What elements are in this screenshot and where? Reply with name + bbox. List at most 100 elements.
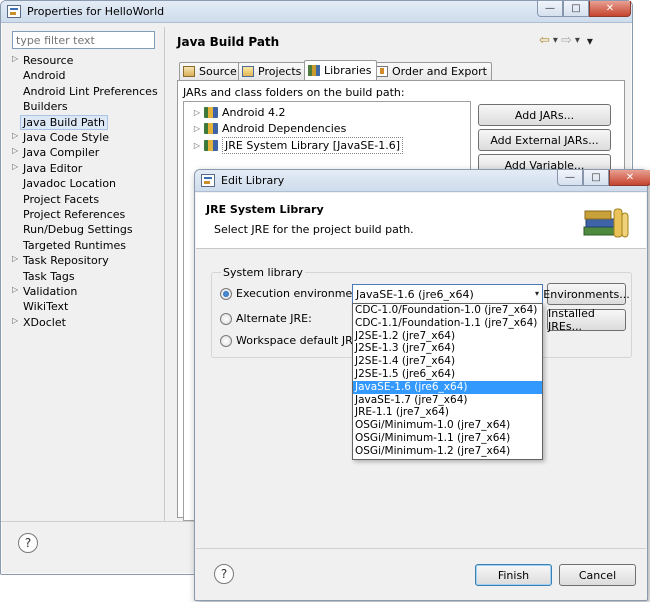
- tab-order-export[interactable]: Order and Export: [372, 62, 492, 80]
- sidebar-item[interactable]: Run/Debug Settings: [23, 222, 133, 237]
- library-label: Android Dependencies: [222, 122, 347, 135]
- view-menu-icon[interactable]: ▾: [587, 34, 593, 48]
- sidebar-item-label: Project References: [23, 208, 126, 221]
- close-button[interactable]: ✕: [589, 1, 631, 17]
- expand-icon[interactable]: ▷: [190, 138, 204, 153]
- expand-icon[interactable]: ▷: [190, 121, 204, 136]
- dropdown-option[interactable]: J2SE-1.5 (jre6_x64): [353, 368, 542, 381]
- close-icon: ✕: [605, 3, 615, 14]
- dropdown-option[interactable]: CDC-1.0/Foundation-1.0 (jre7_x64): [353, 304, 542, 317]
- tab-source[interactable]: Source: [179, 62, 242, 80]
- sidebar-item[interactable]: Android Lint Preferences: [23, 84, 158, 99]
- sidebar-item[interactable]: Javadoc Location: [23, 176, 116, 191]
- sidebar-item[interactable]: Java Compiler: [23, 145, 99, 160]
- sidebar-item[interactable]: Validation: [23, 284, 77, 299]
- forward-menu-icon[interactable]: ▾: [575, 35, 580, 46]
- sidebar-item[interactable]: Java Code Style: [23, 130, 109, 145]
- libraries-icon: [308, 65, 320, 76]
- tab-libraries[interactable]: Libraries: [304, 60, 377, 80]
- maximize-icon: □: [591, 172, 601, 183]
- dropdown-option[interactable]: J2SE-1.4 (jre7_x64): [353, 355, 542, 368]
- dialog-maximize-button[interactable]: □: [583, 170, 609, 186]
- dropdown-option[interactable]: JavaSE-1.7 (jre7_x64): [353, 394, 542, 407]
- sidebar-item-label: Javadoc Location: [23, 177, 117, 191]
- sidebar-item-label: Run/Debug Settings: [23, 223, 133, 237]
- execution-environment-select[interactable]: JavaSE-1.6 (jre6_x64) ▾: [352, 284, 543, 304]
- edit-library-titlebar[interactable]: Edit Library — □ ✕: [195, 170, 650, 192]
- back-menu-icon[interactable]: ▾: [553, 35, 558, 46]
- sidebar-item-label: WikiText: [23, 300, 69, 314]
- sidebar-item-label: Builders: [23, 100, 68, 114]
- maximize-button[interactable]: □: [563, 1, 589, 17]
- sidebar-item[interactable]: Task Tags: [23, 269, 75, 284]
- dropdown-option[interactable]: JRE-1.1 (jre7_x64): [353, 406, 542, 419]
- dropdown-option[interactable]: OSGi/Minimum-1.2 (jre7_x64): [353, 445, 542, 458]
- dropdown-option[interactable]: OSGi/Minimum-1.0 (jre7_x64): [353, 419, 542, 432]
- sidebar-item[interactable]: Java Build Path: [20, 114, 109, 130]
- maximize-icon: □: [571, 3, 581, 14]
- execution-environment-dropdown[interactable]: CDC-1.0/Foundation-1.0 (jre7_x64) CDC-1.1…: [352, 303, 543, 460]
- dropdown-option[interactable]: J2SE-1.3 (jre7_x64): [353, 342, 542, 355]
- dialog-description: Select JRE for the project build path.: [214, 223, 414, 236]
- dialog-bottom-divider: [196, 548, 646, 549]
- library-item-android-dependencies[interactable]: ▷ Android Dependencies: [190, 121, 346, 136]
- expand-icon[interactable]: ▷: [12, 54, 18, 63]
- forward-icon[interactable]: ⇨: [561, 33, 572, 48]
- filter-input[interactable]: [12, 31, 155, 49]
- expand-icon[interactable]: ▷: [12, 131, 18, 140]
- dropdown-option[interactable]: JavaSE-1.6 (jre6_x64): [353, 380, 542, 394]
- sidebar-item[interactable]: Android: [23, 68, 66, 83]
- sidebar-item[interactable]: Targeted Runtimes: [23, 238, 126, 253]
- history-nav: ⇦ ▾ ⇨ ▾ ▾: [539, 33, 593, 48]
- expand-icon[interactable]: ▷: [190, 105, 204, 120]
- cancel-button[interactable]: Cancel: [559, 564, 636, 586]
- help-icon: ?: [24, 536, 32, 550]
- expand-icon[interactable]: ▷: [12, 316, 18, 325]
- sidebar-divider[interactable]: [164, 27, 165, 522]
- sidebar-item[interactable]: XDoclet: [23, 315, 66, 330]
- expand-icon[interactable]: ▷: [12, 254, 18, 263]
- minimize-button[interactable]: —: [537, 1, 563, 17]
- help-icon: ?: [220, 567, 228, 581]
- dialog-banner: JRE System Library Select JRE for the pr…: [196, 193, 646, 249]
- sidebar-item-label: Project Facets: [23, 192, 100, 206]
- execution-environment-radio[interactable]: [220, 288, 232, 300]
- library-item-jre[interactable]: ▷ JRE System Library [JavaSE-1.6]: [190, 137, 404, 154]
- properties-titlebar[interactable]: Properties for HelloWorld — □ ✕: [1, 1, 632, 23]
- properties-window-icon: [7, 5, 21, 18]
- add-jars-button[interactable]: Add JARs...: [478, 104, 611, 126]
- project-folder-icon: [242, 66, 254, 77]
- dialog-help-button[interactable]: ?: [214, 564, 234, 584]
- workspace-default-jre-radio[interactable]: [220, 335, 232, 347]
- sidebar-item[interactable]: Task Repository: [23, 253, 109, 268]
- dropdown-option[interactable]: CDC-1.1/Foundation-1.1 (jre7_x64): [353, 317, 542, 330]
- alternate-jre-radio[interactable]: [220, 313, 232, 325]
- sidebar-item-label: Android: [23, 69, 66, 83]
- back-icon[interactable]: ⇦: [539, 33, 550, 48]
- dropdown-option[interactable]: OSGi/Minimum-1.1 (jre7_x64): [353, 432, 542, 445]
- sidebar-item[interactable]: Java Editor: [23, 161, 82, 176]
- installed-jres-button[interactable]: Installed JREs...: [547, 307, 626, 333]
- sidebar-item[interactable]: WikiText: [23, 299, 68, 314]
- expand-icon[interactable]: ▷: [12, 285, 18, 294]
- dialog-close-button[interactable]: ✕: [609, 170, 650, 186]
- library-item-android[interactable]: ▷ Android 4.2: [190, 105, 286, 120]
- sidebar-item[interactable]: Resource: [23, 53, 73, 68]
- sidebar-item-label: Task Repository: [23, 254, 109, 268]
- finish-button[interactable]: Finish: [475, 564, 552, 586]
- environments-button[interactable]: Environments...: [543, 283, 630, 305]
- dropdown-option[interactable]: J2SE-1.2 (jre7_x64): [353, 330, 542, 343]
- chevron-down-icon: ▾: [534, 289, 539, 298]
- sidebar-item-label: Resource: [23, 54, 74, 67]
- sidebar-item[interactable]: Project Facets: [23, 192, 99, 207]
- sidebar-item[interactable]: Builders: [23, 99, 68, 114]
- add-external-jars-button[interactable]: Add External JARs...: [478, 129, 611, 151]
- minimize-icon: —: [545, 3, 555, 14]
- sidebar-item[interactable]: Project References: [23, 207, 125, 222]
- help-button[interactable]: ?: [18, 533, 38, 553]
- tab-projects[interactable]: Projects: [238, 62, 307, 80]
- expand-icon[interactable]: ▷: [12, 162, 18, 171]
- library-label: JRE System Library [JavaSE-1.6]: [222, 137, 404, 154]
- expand-icon[interactable]: ▷: [12, 146, 18, 155]
- dialog-minimize-button[interactable]: —: [557, 170, 583, 186]
